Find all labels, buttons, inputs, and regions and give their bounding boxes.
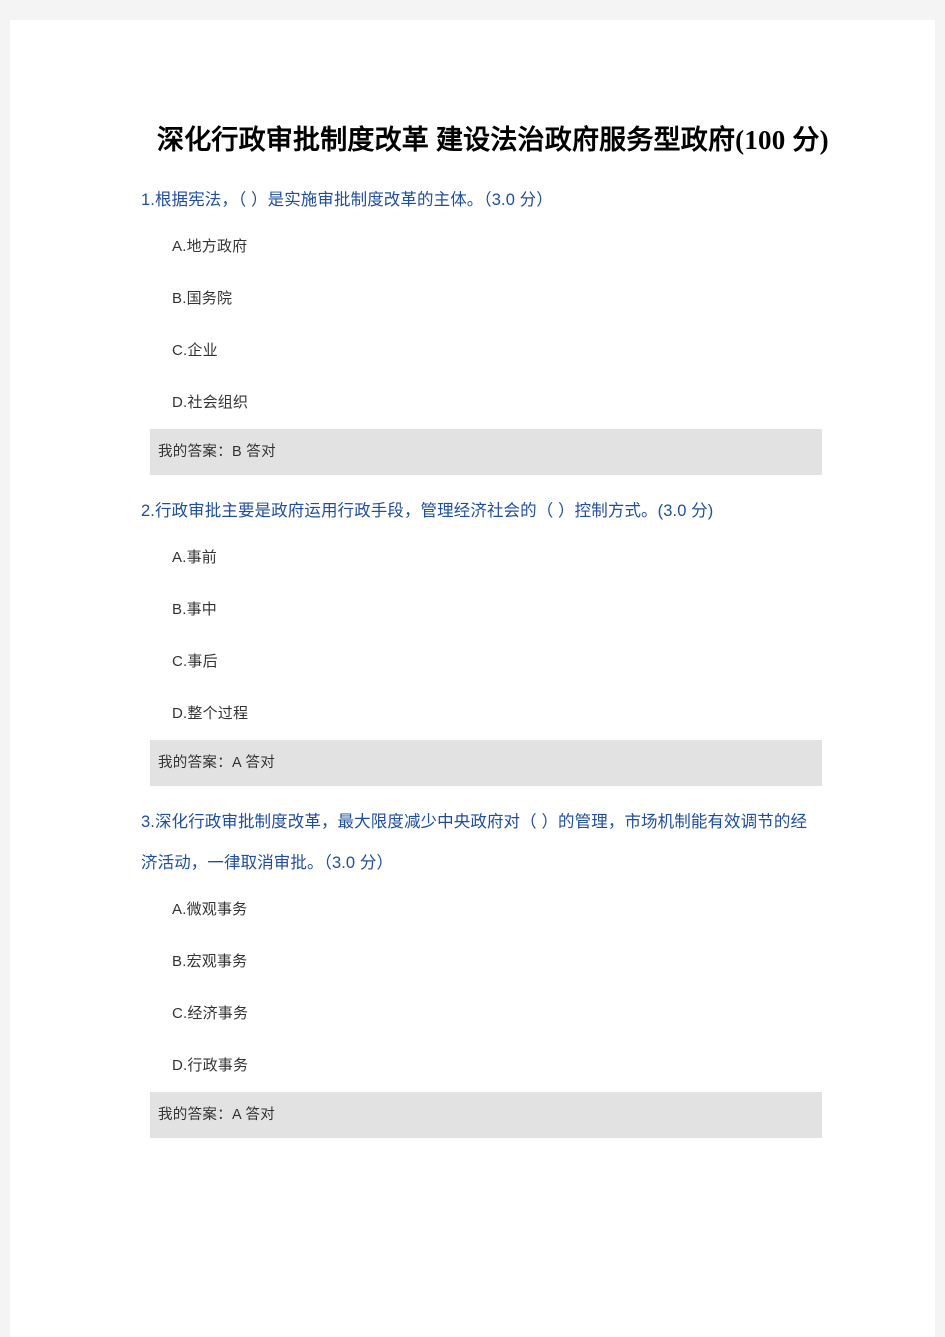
my-answer-bar: 我的答案：A 答对 xyxy=(150,740,822,786)
question-text: 2.行政审批主要是政府运用行政手段，管理经济社会的（ ）控制方式。(3.0 分) xyxy=(141,502,714,520)
question-text: 3.深化行政审批制度改革，最大限度减少中央政府对（ ）的管理，市场机制能有效调节… xyxy=(141,813,808,872)
option-item-c[interactable]: C.企业 xyxy=(172,325,935,377)
question-text: 1.根据宪法，（ ）是实施审批制度改革的主体。（3.0 分） xyxy=(141,191,553,209)
options-list: A.地方政府 B.国务院 C.企业 D.社会组织 xyxy=(10,221,935,429)
options-list: A.事前 B.事中 C.事后 D.整个过程 xyxy=(10,532,935,740)
option-item-d[interactable]: D.整个过程 xyxy=(172,688,935,740)
question-block: 3.深化行政审批制度改革，最大限度减少中央政府对（ ）的管理，市场机制能有效调节… xyxy=(10,802,935,1154)
document-page: 深化行政审批制度改革 建设法治政府服务型政府(100 分) 1.根据宪法，（ ）… xyxy=(10,20,935,1337)
option-item-c[interactable]: C.经济事务 xyxy=(172,988,935,1040)
quiz-question-list: 1.根据宪法，（ ）是实施审批制度改革的主体。（3.0 分） A.地方政府 B.… xyxy=(10,180,935,1154)
question-block: 1.根据宪法，（ ）是实施审批制度改革的主体。（3.0 分） A.地方政府 B.… xyxy=(10,180,935,491)
option-item-d[interactable]: D.行政事务 xyxy=(172,1040,935,1092)
question-block: 2.行政审批主要是政府运用行政手段，管理经济社会的（ ）控制方式。(3.0 分)… xyxy=(10,491,935,802)
options-list: A.微观事务 B.宏观事务 C.经济事务 D.行政事务 xyxy=(10,884,935,1092)
my-answer-bar: 我的答案：A 答对 xyxy=(150,1092,822,1138)
option-item-d[interactable]: D.社会组织 xyxy=(172,377,935,429)
option-item-b[interactable]: B.国务院 xyxy=(172,273,935,325)
option-item-a[interactable]: A.地方政府 xyxy=(172,221,935,273)
option-item-c[interactable]: C.事后 xyxy=(172,636,935,688)
page-title: 深化行政审批制度改革 建设法治政府服务型政府(100 分) xyxy=(157,125,829,155)
option-item-b[interactable]: B.事中 xyxy=(172,584,935,636)
option-item-a[interactable]: A.微观事务 xyxy=(172,884,935,936)
option-item-a[interactable]: A.事前 xyxy=(172,532,935,584)
option-item-b[interactable]: B.宏观事务 xyxy=(172,936,935,988)
my-answer-bar: 我的答案：B 答对 xyxy=(150,429,822,475)
